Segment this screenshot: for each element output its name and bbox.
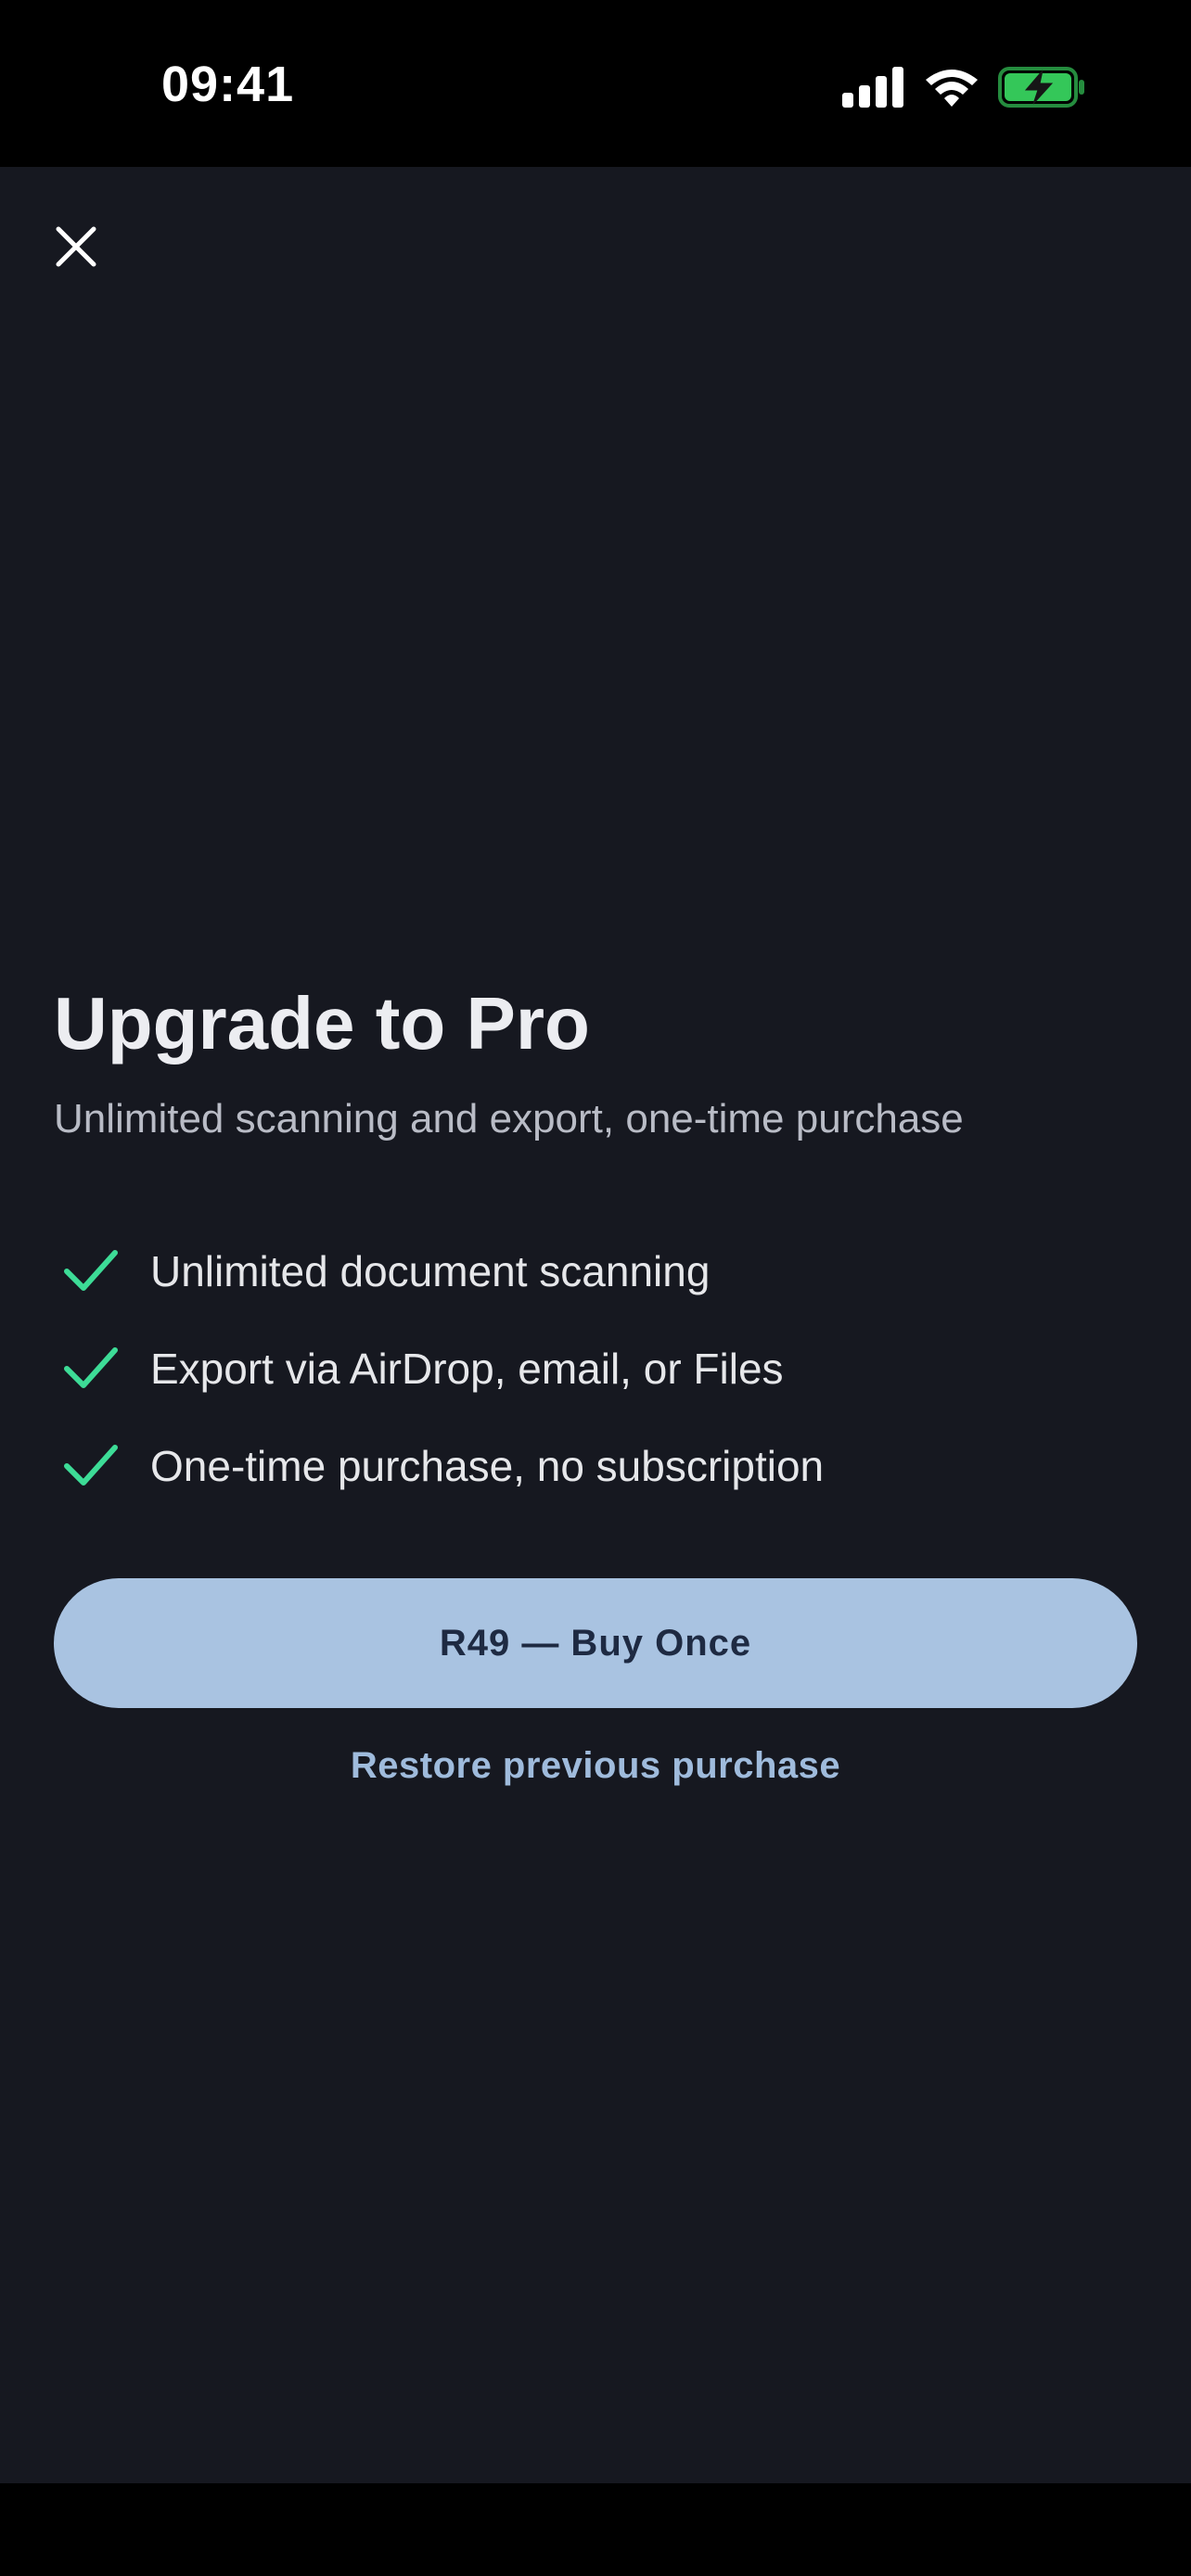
feature-item: One-time purchase, no subscription bbox=[54, 1417, 1139, 1514]
buy-once-button[interactable]: R49 — Buy Once bbox=[54, 1578, 1137, 1708]
close-button[interactable] bbox=[45, 215, 108, 278]
check-icon bbox=[64, 1444, 118, 1486]
feature-label: Export via AirDrop, email, or Files bbox=[150, 1344, 784, 1393]
signal-icon bbox=[842, 67, 903, 108]
battery-charging-icon bbox=[998, 67, 1084, 108]
bottom-bar bbox=[0, 2483, 1191, 2576]
status-bar: 09:41 bbox=[0, 0, 1191, 167]
page-subtitle: Unlimited scanning and export, one-time … bbox=[54, 1096, 964, 1141]
wifi-icon bbox=[926, 70, 978, 107]
feature-list: Unlimited document scanning Export via A… bbox=[54, 1222, 1139, 1514]
status-time: 09:41 bbox=[161, 57, 295, 112]
feature-item: Unlimited document scanning bbox=[54, 1222, 1139, 1320]
page-title: Upgrade to Pro bbox=[54, 982, 590, 1065]
check-icon bbox=[64, 1249, 118, 1291]
feature-label: One-time purchase, no subscription bbox=[150, 1441, 825, 1490]
feature-label: Unlimited document scanning bbox=[150, 1246, 711, 1295]
restore-purchase-link[interactable]: Restore previous purchase bbox=[0, 1745, 1191, 1787]
close-icon bbox=[56, 226, 96, 267]
check-icon bbox=[64, 1346, 118, 1388]
feature-item: Export via AirDrop, email, or Files bbox=[54, 1320, 1139, 1417]
